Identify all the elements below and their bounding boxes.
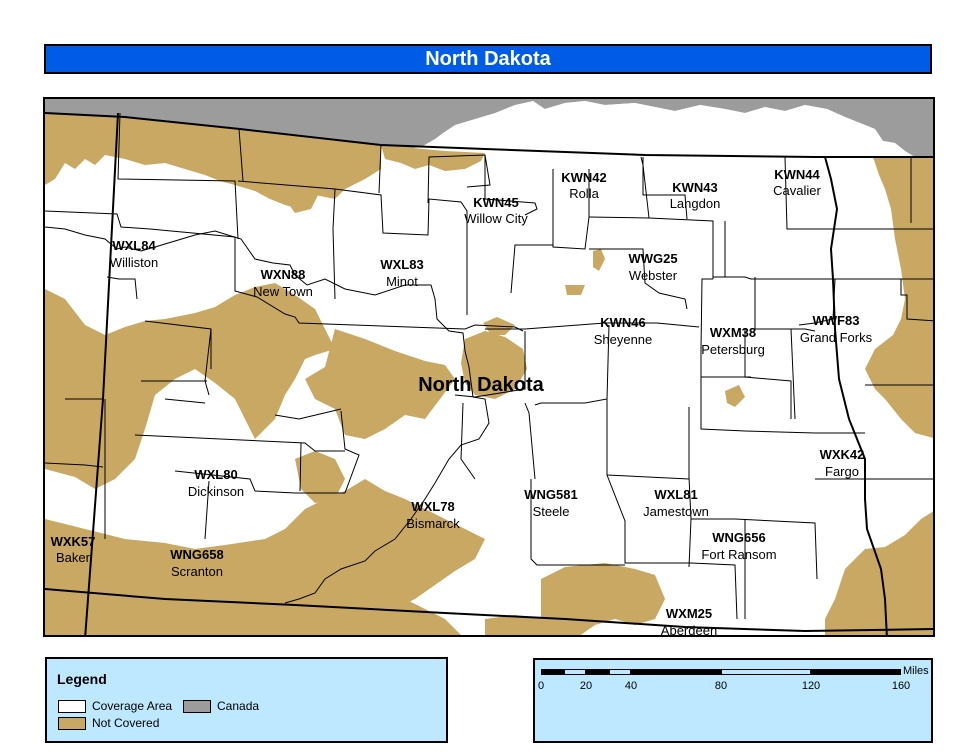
station-code: KWN43	[672, 180, 718, 195]
not-covered-area	[725, 385, 745, 407]
scale-segment	[721, 669, 811, 675]
canada-swatch	[183, 699, 211, 713]
scale-segment	[563, 669, 586, 675]
not-covered-area	[565, 249, 605, 295]
station-code: WNG581	[524, 487, 577, 502]
station-code: WXL81	[654, 487, 697, 502]
station-code: WXL78	[411, 499, 454, 514]
station-code: WXL84	[112, 238, 156, 253]
legend-label: Coverage Area	[92, 699, 173, 713]
station-city: Fort Ransom	[701, 547, 776, 562]
station-city: Scranton	[171, 564, 223, 579]
scale-tick-label: 0	[537, 680, 545, 692]
station-code: WNG658	[170, 547, 223, 562]
scale-tick-label: 80	[714, 680, 728, 692]
scale-bar-panel: 0 20 40 80 120 160 Miles	[533, 658, 933, 743]
scale-tick-label: 20	[579, 680, 593, 692]
legend-label: Not Covered	[92, 716, 160, 730]
legend-title: Legend	[57, 671, 107, 687]
station-code: WXM38	[710, 325, 756, 340]
station-city: Cavalier	[773, 183, 821, 198]
legend-label: Canada	[217, 699, 260, 713]
map-title: North Dakota	[44, 44, 932, 74]
legend-panel: Legend Coverage Area Canada Not Covered	[45, 657, 448, 743]
scale-segment	[811, 669, 901, 675]
station-city: Bismarck	[406, 516, 460, 531]
station-code: WXK42	[820, 447, 865, 462]
scale-tick-label: 120	[801, 680, 821, 692]
legend-item-not-covered: Not Covered	[58, 716, 159, 730]
legend-item-coverage-area: Coverage Area	[58, 699, 172, 713]
coverage-area-swatch	[58, 699, 86, 713]
station-code: KWN45	[473, 195, 519, 210]
scale-tick-label: 40	[624, 680, 638, 692]
station-city: Sheyenne	[594, 332, 653, 347]
not-covered-area	[825, 511, 933, 635]
station-city: Williston	[110, 255, 158, 270]
station-code: WXM25	[666, 606, 712, 621]
station-city: Steele	[533, 504, 570, 519]
scale-segment	[541, 669, 564, 675]
station-code: KWN42	[561, 170, 607, 185]
station-city: Minot	[386, 274, 418, 289]
legend-item-canada: Canada	[183, 699, 259, 713]
station-code: KWN46	[600, 315, 646, 330]
station-city: Petersburg	[701, 342, 765, 357]
station-code: WWG25	[628, 251, 677, 266]
scale-segment	[631, 669, 721, 675]
station-city: Webster	[629, 268, 678, 283]
coverage-map: KWN42 Rolla KWN43 Langdon KWN44 Cavalier…	[45, 99, 933, 637]
scale-segment	[586, 669, 609, 675]
station-city: New Town	[253, 284, 313, 299]
state-label: North Dakota	[418, 374, 544, 396]
station-code: WXL83	[380, 257, 423, 272]
station-code: WNG656	[712, 530, 765, 545]
not-covered-swatch	[58, 716, 86, 730]
scale-segment	[608, 669, 631, 675]
scale-bar	[541, 669, 901, 675]
station-code: WXN88	[261, 267, 306, 282]
scale-unit: Miles	[903, 665, 929, 677]
station-city: Rolla	[569, 186, 599, 201]
not-covered-area	[865, 157, 933, 438]
station-code: WWF83	[813, 313, 860, 328]
station-city: Aberdeen	[661, 623, 717, 637]
station-city: Fargo	[825, 464, 859, 479]
station-city: Langdon	[670, 196, 721, 211]
station-city: Jamestown	[643, 504, 709, 519]
station-city: Dickinson	[188, 484, 244, 499]
station-city: Grand Forks	[800, 330, 873, 345]
station-code: WXL80	[194, 467, 237, 482]
map-frame[interactable]: KWN42 Rolla KWN43 Langdon KWN44 Cavalier…	[43, 97, 935, 637]
not-covered-area	[541, 563, 665, 635]
station-city: Baker	[56, 550, 91, 565]
scale-tick-label: 160	[891, 680, 911, 692]
station-city: Willow City	[464, 211, 528, 226]
station-code: KWN44	[774, 167, 820, 182]
station-code: WXK57	[51, 534, 96, 549]
not-covered-area	[45, 283, 335, 489]
